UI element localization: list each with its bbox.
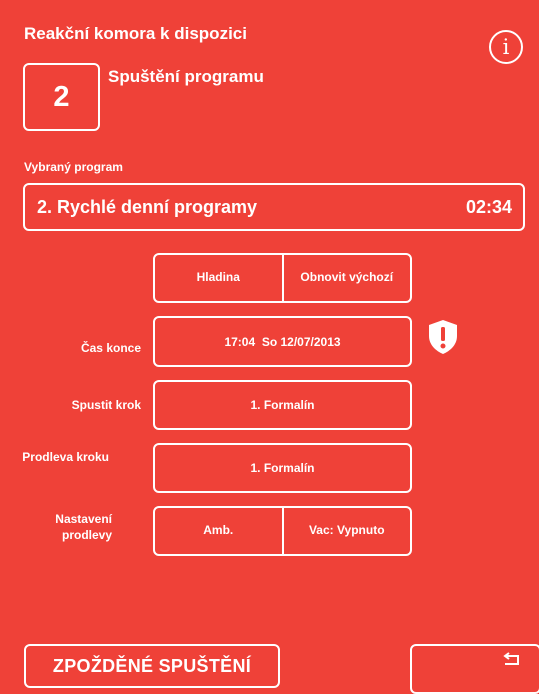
selected-program-duration: 02:34 (465, 196, 512, 217)
back-button[interactable] (410, 644, 539, 694)
step-delay-field[interactable]: 1. Formalín (153, 443, 412, 493)
chamber-number-badge: 2 (23, 63, 100, 131)
screen-title: Reakční komora k dispozici (24, 24, 247, 43)
end-time-label: Čas konce (80, 341, 141, 355)
level-options-group: Hladina Obnovit výchozí (153, 253, 412, 303)
selected-program-field[interactable]: 2. Rychlé denní programy 02:34 (23, 183, 525, 231)
selected-program-name: 2. Rychlé denní programy (37, 196, 258, 217)
page-subtitle: Spuštění programu (108, 67, 264, 86)
shield-warning-icon (429, 320, 457, 354)
selected-program-label: Vybraný program (24, 160, 123, 174)
ambient-setting-button[interactable]: Amb. (155, 508, 282, 554)
delayed-start-button[interactable]: ZPOŽDĚNÉ SPUŠTĚNÍ (24, 644, 280, 688)
delay-settings-group: Amb. Vac: Vypnuto (153, 506, 412, 556)
return-icon (503, 652, 519, 665)
start-step-field[interactable]: 1. Formalín (153, 380, 412, 430)
end-time-field[interactable]: 17:04 So 12/07/2013 (153, 316, 412, 367)
info-icon[interactable]: i (489, 30, 523, 64)
delay-settings-label: Nastavení prodlevy (55, 512, 112, 542)
start-step-label: Spustit krok (71, 398, 141, 412)
step-delay-label: Prodleva kroku (22, 450, 109, 464)
level-button[interactable]: Hladina (155, 255, 282, 301)
restore-default-button[interactable]: Obnovit výchozí (281, 255, 411, 301)
vacuum-setting-button[interactable]: Vac: Vypnuto (281, 508, 411, 554)
